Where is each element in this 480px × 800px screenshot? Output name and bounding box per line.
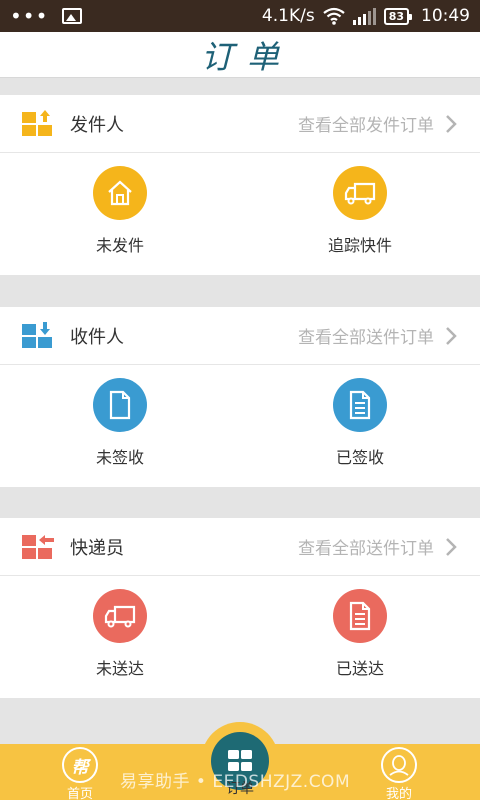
truck-icon: [93, 589, 147, 643]
courier-transfer-icon: [22, 534, 54, 559]
item-label: 未签收: [95, 448, 144, 467]
nav-mine[interactable]: 我的: [364, 747, 434, 800]
signal-strength-icon: [352, 7, 376, 25]
title-bar: 订单: [0, 32, 480, 78]
item-label: 已送达: [335, 659, 384, 678]
view-all-link-label: 查看全部送件订单: [298, 539, 434, 559]
item-label: 已签收: [335, 448, 384, 467]
sender-section: 发件人 查看全部发件订单 未发件 追踪快件: [0, 95, 480, 275]
lined-document-icon: [333, 589, 387, 643]
courier-section: 快递员 查看全部送件订单 未送达 已送达: [0, 518, 480, 698]
view-all-courier-orders-link[interactable]: 查看全部送件订单: [298, 534, 458, 559]
clock: 10:49: [421, 6, 470, 26]
watermark: 易享助手 • EEDSHZJZ.COM: [120, 772, 351, 792]
recipient-download-icon: [22, 321, 52, 348]
view-all-link-label: 查看全部发件订单: [298, 116, 434, 136]
unsent-button[interactable]: 未发件: [0, 153, 240, 275]
item-label: 未送达: [95, 659, 144, 678]
signed-button[interactable]: 已签收: [240, 365, 480, 487]
item-label: 未发件: [95, 236, 144, 255]
image-notification-icon: [62, 8, 83, 24]
home-logo-text: 帮: [71, 757, 89, 778]
chevron-right-icon: [446, 114, 457, 133]
track-package-button[interactable]: 追踪快件: [240, 153, 480, 275]
network-speed: 4.1K/s: [261, 6, 315, 26]
wifi-icon: [323, 7, 345, 25]
section-title: 发件人: [70, 114, 124, 136]
delivered-button[interactable]: 已送达: [240, 576, 480, 698]
notification-dots: •••: [10, 4, 49, 28]
home-logo-icon: 帮: [62, 747, 98, 783]
recipient-section-header: 收件人 查看全部送件订单: [0, 307, 480, 365]
view-all-sent-orders-link[interactable]: 查看全部发件订单: [298, 111, 458, 136]
sender-upload-icon: [22, 109, 52, 136]
battery-indicator: 83: [383, 7, 413, 25]
chevron-right-icon: [446, 537, 457, 556]
item-label: 追踪快件: [327, 236, 392, 255]
section-title: 快递员: [70, 537, 124, 559]
page-title: 订单: [200, 37, 293, 76]
nav-home-label: 首页: [66, 787, 93, 800]
not-signed-button[interactable]: 未签收: [0, 365, 240, 487]
nav-mine-label: 我的: [385, 787, 412, 800]
chevron-right-icon: [446, 326, 457, 345]
sender-section-header: 发件人 查看全部发件订单: [0, 95, 480, 153]
status-bar: ••• 4.1K/s 83 10:49: [0, 0, 480, 32]
view-all-link-label: 查看全部送件订单: [298, 328, 434, 348]
blank-document-icon: [93, 378, 147, 432]
truck-icon: [333, 166, 387, 220]
recipient-section: 收件人 查看全部送件订单 未签收 已签收: [0, 307, 480, 487]
view-all-delivery-orders-link[interactable]: 查看全部送件订单: [298, 323, 458, 348]
user-profile-icon: [381, 747, 417, 783]
lined-document-icon: [333, 378, 387, 432]
house-icon: [93, 166, 147, 220]
courier-section-header: 快递员 查看全部送件订单: [0, 518, 480, 576]
section-title: 收件人: [70, 326, 124, 348]
nav-home[interactable]: 帮 首页: [45, 747, 115, 800]
not-delivered-button[interactable]: 未送达: [0, 576, 240, 698]
